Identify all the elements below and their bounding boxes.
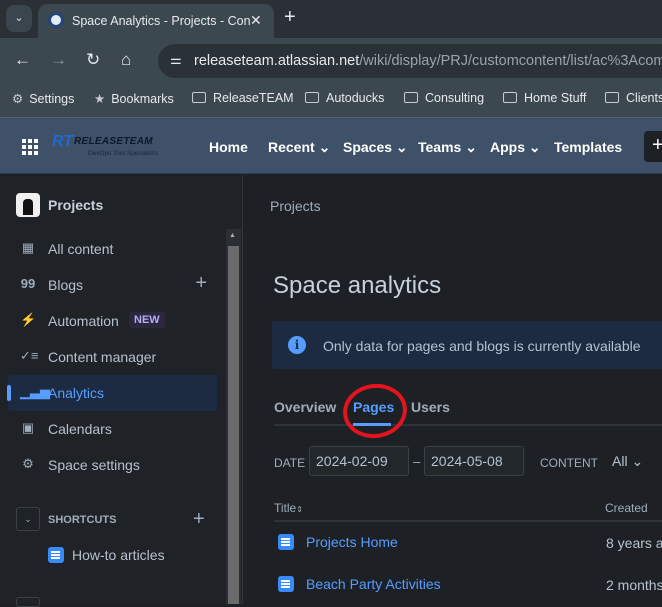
bookmark-clients[interactable]: Clients <box>605 91 662 105</box>
menu-teams[interactable]: Teams ⌄ <box>418 139 477 156</box>
tab-title: Space Analytics - Projects - Con <box>72 14 251 28</box>
folder-icon <box>503 92 517 103</box>
bookmark-autoducks[interactable]: Autoducks <box>305 91 384 105</box>
info-banner: i Only data for pages and blogs is curre… <box>272 321 662 369</box>
tab-divider <box>274 424 662 426</box>
bookmark-settings[interactable]: ⚙ Settings <box>12 91 74 106</box>
bookmarks-bar: ⚙ Settings ★ Bookmarks ReleaseTEAM Autoduc… <box>0 82 662 118</box>
bookmark-consulting[interactable]: Consulting <box>404 91 484 105</box>
calendar-icon: ▣ <box>21 420 35 435</box>
bar-chart-icon: ▁▃▅ <box>20 384 50 399</box>
shortcuts-collapse-button[interactable]: ⌄ <box>16 507 40 531</box>
browser-tab[interactable]: Space Analytics - Projects - Con ✕ <box>38 4 274 38</box>
table-row-title-link[interactable]: Beach Party Activities <box>306 576 441 592</box>
gear-icon: ⚙ <box>22 456 34 471</box>
url-path: /wiki/display/PRJ/customcontent/list/ac%… <box>359 53 662 69</box>
sidebar-item-analytics[interactable]: ▁▃▅ Analytics <box>7 375 217 411</box>
gear-icon: ⚙ <box>12 92 24 106</box>
tab-overview[interactable]: Overview <box>274 399 336 415</box>
folder-icon <box>192 92 206 103</box>
page-icon <box>278 534 294 550</box>
space-avatar <box>16 193 40 217</box>
tab-users[interactable]: Users <box>411 399 450 415</box>
grid-icon: ▦ <box>21 240 35 255</box>
folder-icon <box>305 92 319 103</box>
table-row-title-link[interactable]: Projects Home <box>306 534 398 550</box>
quote-icon: 99 <box>20 276 36 291</box>
sidebar-scrollbar[interactable]: ▲ <box>226 229 241 604</box>
menu-home[interactable]: Home <box>209 139 248 155</box>
space-title[interactable]: Projects <box>48 197 103 213</box>
sort-icon: ⇕ <box>296 505 303 514</box>
new-tab-button[interactable]: + <box>284 6 296 29</box>
bookmark-bookmarks[interactable]: ★ Bookmarks <box>94 91 174 106</box>
page-title: Space analytics <box>273 272 442 299</box>
url-host: releaseteam.atlassian.net <box>194 53 360 69</box>
sidebar-item-all-content[interactable]: ▦ All content <box>8 231 217 267</box>
menu-spaces[interactable]: Spaces ⌄ <box>343 139 408 156</box>
info-icon: i <box>288 336 306 354</box>
back-icon[interactable]: ← <box>14 50 31 70</box>
breadcrumb[interactable]: Projects <box>270 198 321 214</box>
page-icon <box>48 547 64 563</box>
content-label: CONTENT <box>540 456 598 470</box>
sidebar-item-blogs[interactable]: 99 Blogs + <box>8 267 217 303</box>
menu-apps[interactable]: Apps ⌄ <box>490 139 541 156</box>
column-created[interactable]: Created <box>605 501 648 515</box>
column-title[interactable]: Title⇕ <box>274 501 303 515</box>
close-tab-icon[interactable]: ✕ <box>250 12 262 29</box>
menu-recent[interactable]: Recent ⌄ <box>268 139 330 156</box>
app-switcher-icon[interactable] <box>22 139 38 155</box>
folder-icon <box>605 92 619 103</box>
table-header-divider <box>274 520 662 522</box>
folder-icon <box>404 92 418 103</box>
date-to-input[interactable]: 2024-05-08 <box>424 446 524 476</box>
collapse-button[interactable] <box>16 597 40 607</box>
address-bar[interactable]: ⚌ releaseteam.atlassian.net/wiki/display… <box>158 44 662 78</box>
sidebar-item-space-settings[interactable]: ⚙ Space settings <box>8 447 217 483</box>
create-button[interactable]: + <box>644 131 662 162</box>
home-icon[interactable]: ⌂ <box>121 50 131 70</box>
add-shortcut-icon[interactable]: + <box>193 508 205 531</box>
favicon-icon <box>48 12 64 28</box>
checklist-icon: ✓≡ <box>20 348 39 363</box>
add-blog-icon[interactable]: + <box>195 272 207 295</box>
site-logo[interactable]: RT RELEASETEAM DevOps Tool Specialists <box>52 133 180 163</box>
lightning-icon: ⚡ <box>20 312 37 327</box>
bookmark-releaseteam[interactable]: ReleaseTEAM <box>192 91 294 105</box>
forward-icon[interactable]: → <box>50 50 67 70</box>
site-settings-icon[interactable]: ⚌ <box>170 52 182 68</box>
content-select[interactable]: All ⌄ <box>612 453 643 470</box>
new-badge: NEW <box>129 312 165 328</box>
shortcuts-heading: SHORTCUTS <box>48 514 117 526</box>
star-icon: ★ <box>94 92 106 106</box>
date-separator: – <box>413 454 421 469</box>
date-label: DATE <box>274 456 306 470</box>
date-from-input[interactable]: 2024-02-09 <box>309 446 409 476</box>
tab-search-button[interactable]: ⌄ <box>6 5 32 32</box>
page-icon <box>278 576 294 592</box>
table-row-created: 8 years ag <box>606 535 662 551</box>
sidebar-item-content-manager[interactable]: ✓≡ Content manager <box>8 339 217 375</box>
bookmark-home-stuff[interactable]: Home Stuff <box>503 91 586 105</box>
annotation-circle <box>339 379 411 443</box>
reload-icon[interactable]: ↻ <box>86 50 100 70</box>
table-row-created: 2 months <box>606 577 662 593</box>
sidebar-item-calendars[interactable]: ▣ Calendars <box>8 411 217 447</box>
shortcut-how-to-articles[interactable]: How-to articles <box>72 547 165 563</box>
sidebar-item-automation[interactable]: ⚡ Automation NEW <box>8 303 217 339</box>
menu-templates[interactable]: Templates <box>554 139 622 155</box>
